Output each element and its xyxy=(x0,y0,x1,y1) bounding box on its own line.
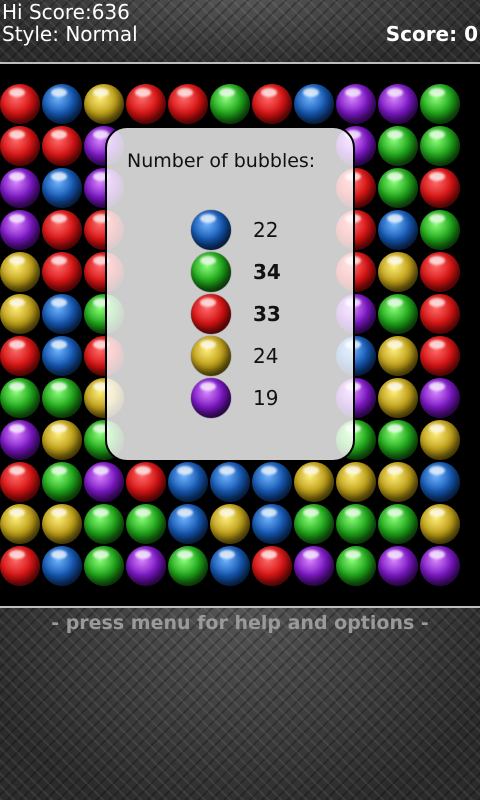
yellow-bubble[interactable] xyxy=(378,378,418,418)
blue-bubble[interactable] xyxy=(252,462,292,502)
blue-bubble[interactable] xyxy=(42,168,82,208)
yellow-bubble[interactable] xyxy=(0,252,40,292)
red-bubble[interactable] xyxy=(126,462,166,502)
green-bubble[interactable] xyxy=(420,84,460,124)
red-bubble[interactable] xyxy=(0,462,40,502)
red-bubble[interactable] xyxy=(42,210,82,250)
blue-bubble[interactable] xyxy=(420,462,460,502)
bubble-count-row: 22 xyxy=(191,210,351,252)
yellow-bubble[interactable] xyxy=(378,252,418,292)
yellow-bubble[interactable] xyxy=(210,504,250,544)
red-bubble[interactable] xyxy=(126,84,166,124)
green-bubble[interactable] xyxy=(420,210,460,250)
yellow-bubble[interactable] xyxy=(294,462,334,502)
yellow-bubble-icon xyxy=(191,336,231,376)
green-bubble[interactable] xyxy=(210,84,250,124)
green-bubble[interactable] xyxy=(294,504,334,544)
bubble-count-value: 19 xyxy=(253,386,279,410)
purple-bubble[interactable] xyxy=(0,420,40,460)
green-bubble[interactable] xyxy=(126,504,166,544)
red-bubble[interactable] xyxy=(42,252,82,292)
purple-bubble-icon xyxy=(191,378,231,418)
yellow-bubble[interactable] xyxy=(42,504,82,544)
yellow-bubble[interactable] xyxy=(0,294,40,334)
bubble-count-dialog[interactable]: Number of bubbles: 22 34 33 24 19 xyxy=(105,126,355,462)
green-bubble[interactable] xyxy=(378,504,418,544)
menu-hint: - press menu for help and options - xyxy=(51,612,429,634)
red-bubble[interactable] xyxy=(0,546,40,586)
blue-bubble[interactable] xyxy=(294,84,334,124)
blue-bubble[interactable] xyxy=(42,336,82,376)
purple-bubble[interactable] xyxy=(420,546,460,586)
bubble-count-value: 22 xyxy=(253,218,279,242)
bubble-count-value: 24 xyxy=(253,344,279,368)
purple-bubble[interactable] xyxy=(0,168,40,208)
green-bubble[interactable] xyxy=(42,462,82,502)
blue-bubble[interactable] xyxy=(378,210,418,250)
purple-bubble[interactable] xyxy=(294,546,334,586)
score-label: Score: 0 xyxy=(385,22,478,46)
purple-bubble[interactable] xyxy=(0,210,40,250)
purple-bubble[interactable] xyxy=(126,546,166,586)
yellow-bubble[interactable] xyxy=(42,420,82,460)
blue-bubble[interactable] xyxy=(168,504,208,544)
purple-bubble[interactable] xyxy=(378,84,418,124)
red-bubble[interactable] xyxy=(420,294,460,334)
bubble-count-value: 34 xyxy=(253,260,281,284)
red-bubble[interactable] xyxy=(252,546,292,586)
purple-bubble[interactable] xyxy=(84,462,124,502)
bottom-bar xyxy=(0,608,480,800)
bubble-count-row: 34 xyxy=(191,252,351,294)
blue-bubble-icon xyxy=(191,210,231,250)
bubble-count-value: 33 xyxy=(253,302,281,326)
red-bubble-icon xyxy=(191,294,231,334)
green-bubble[interactable] xyxy=(336,546,376,586)
hi-score-label: Hi Score:636 xyxy=(2,0,130,24)
yellow-bubble[interactable] xyxy=(420,420,460,460)
yellow-bubble[interactable] xyxy=(420,504,460,544)
green-bubble[interactable] xyxy=(378,294,418,334)
yellow-bubble[interactable] xyxy=(336,462,376,502)
blue-bubble[interactable] xyxy=(210,462,250,502)
green-bubble[interactable] xyxy=(378,420,418,460)
purple-bubble[interactable] xyxy=(336,84,376,124)
blue-bubble[interactable] xyxy=(252,504,292,544)
green-bubble-icon xyxy=(191,252,231,292)
style-label: Style: Normal xyxy=(2,22,138,46)
yellow-bubble[interactable] xyxy=(84,84,124,124)
red-bubble[interactable] xyxy=(252,84,292,124)
blue-bubble[interactable] xyxy=(42,546,82,586)
yellow-bubble[interactable] xyxy=(378,336,418,376)
blue-bubble[interactable] xyxy=(42,84,82,124)
red-bubble[interactable] xyxy=(420,168,460,208)
green-bubble[interactable] xyxy=(378,126,418,166)
red-bubble[interactable] xyxy=(0,126,40,166)
red-bubble[interactable] xyxy=(0,84,40,124)
red-bubble[interactable] xyxy=(0,336,40,376)
green-bubble[interactable] xyxy=(84,504,124,544)
blue-bubble[interactable] xyxy=(42,294,82,334)
green-bubble[interactable] xyxy=(420,126,460,166)
green-bubble[interactable] xyxy=(336,504,376,544)
purple-bubble[interactable] xyxy=(420,378,460,418)
green-bubble[interactable] xyxy=(84,546,124,586)
yellow-bubble[interactable] xyxy=(0,504,40,544)
green-bubble[interactable] xyxy=(42,378,82,418)
blue-bubble[interactable] xyxy=(168,462,208,502)
blue-bubble[interactable] xyxy=(210,546,250,586)
green-bubble[interactable] xyxy=(168,546,208,586)
red-bubble[interactable] xyxy=(42,126,82,166)
bubble-count-row: 33 xyxy=(191,294,351,336)
red-bubble[interactable] xyxy=(420,252,460,292)
yellow-bubble[interactable] xyxy=(378,462,418,502)
bubble-count-row: 24 xyxy=(191,336,351,378)
red-bubble[interactable] xyxy=(420,336,460,376)
green-bubble[interactable] xyxy=(0,378,40,418)
dialog-title: Number of bubbles: xyxy=(127,150,316,172)
purple-bubble[interactable] xyxy=(378,546,418,586)
bubble-count-row: 19 xyxy=(191,378,351,420)
green-bubble[interactable] xyxy=(378,168,418,208)
top-bar: Hi Score:636 Style: Normal Score: 0 xyxy=(0,0,480,62)
red-bubble[interactable] xyxy=(168,84,208,124)
